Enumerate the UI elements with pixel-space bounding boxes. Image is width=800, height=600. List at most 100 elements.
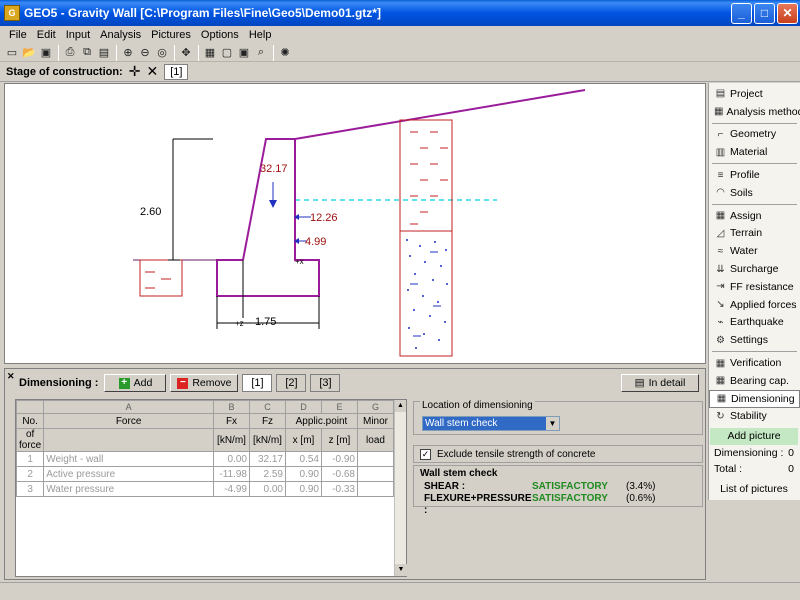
toolbar: ▭ 📂 ▣ ⎙ ⧉ ▤ ⊕ ⊖ ◎ ✥ ▦ ▢ ▣ ⌕ ✺	[0, 44, 800, 62]
delete-stage-icon[interactable]: ✕	[146, 63, 158, 80]
sidebar-item-material[interactable]: ▥ Material	[709, 143, 800, 161]
menu-options[interactable]: Options	[196, 29, 244, 41]
header-fx-unit: [kN/m]	[213, 428, 250, 452]
exclude-tensile-checkbox[interactable]: ✓	[420, 448, 431, 460]
sidebar-item-bearing-cap[interactable]: ▦ Bearing cap.	[709, 372, 800, 390]
menu-pictures[interactable]: Pictures	[146, 29, 196, 41]
list-of-pictures-button[interactable]: List of pictures	[708, 483, 800, 495]
sidebar-item-profile[interactable]: ≡ Profile	[709, 166, 800, 184]
zoom-out-icon[interactable]: ⊖	[137, 45, 153, 61]
scroll-down-icon[interactable]: ▼	[395, 564, 407, 576]
dimensioning-tab-2[interactable]: [2]	[276, 374, 307, 392]
table-row[interactable]: 2 Active pressure -11.98 2.59 0.90 -0.68	[15, 466, 394, 482]
sidebar-item-project[interactable]: ▤ Project	[709, 85, 800, 103]
menu-file[interactable]: File	[4, 29, 32, 41]
sidebar-item-verification[interactable]: ▦ Verification	[709, 354, 800, 372]
dimensioning-label: Dimensioning :	[19, 377, 99, 389]
close-button[interactable]: ✕	[777, 2, 798, 24]
app-logo-icon: G	[4, 5, 20, 21]
view-zoom-icon[interactable]: ⌕	[253, 45, 269, 61]
sidebar-item-applied-forces[interactable]: ↘ Applied forces	[709, 296, 800, 314]
location-select[interactable]: Wall stem check ▼	[422, 416, 560, 431]
select-all-cell[interactable]	[15, 400, 45, 414]
terrain-line	[294, 89, 586, 140]
picture-icon[interactable]: ▤	[96, 45, 112, 61]
view-full-icon[interactable]: ▣	[236, 45, 252, 61]
minimize-button[interactable]: _	[731, 2, 752, 24]
dimensioning-tab-1[interactable]: [1]	[242, 374, 273, 392]
print-icon[interactable]: ⎙	[62, 45, 78, 61]
view-frame-icon[interactable]: ▦	[202, 45, 218, 61]
methods-icon: ▦	[714, 106, 724, 118]
save-icon[interactable]: ▣	[38, 45, 54, 61]
frame-close-icon[interactable]: ✕	[7, 371, 15, 382]
pan-icon[interactable]: ✥	[178, 45, 194, 61]
status-badge: SATISFACTORY	[532, 493, 608, 504]
force-water-label: 4.99	[305, 236, 326, 248]
add-button[interactable]: + Add	[104, 374, 167, 392]
sidebar-item-water[interactable]: ≈ Water	[709, 242, 800, 260]
geometry-icon: ⌐	[717, 128, 724, 140]
material-icon: ▥	[715, 146, 726, 158]
soils-icon: ◠	[716, 187, 725, 199]
axis-x-label: +x	[295, 257, 304, 266]
col-letter-b: B	[213, 400, 250, 414]
zoom-fit-icon[interactable]: ◎	[154, 45, 170, 61]
add-picture-button[interactable]: Add picture	[710, 428, 798, 445]
menu-edit[interactable]: Edit	[32, 29, 61, 41]
menu-input[interactable]: Input	[61, 29, 95, 41]
dimensioning-tab-3[interactable]: [3]	[310, 374, 341, 392]
table-row[interactable]: 3 Water pressure -4.99 0.00 0.90 -0.33	[15, 481, 394, 497]
exclude-tensile-group: ✓ Exclude tensile strength of concrete	[413, 445, 703, 463]
remove-button[interactable]: − Remove	[170, 374, 239, 392]
menu-help[interactable]: Help	[244, 29, 277, 41]
sidebar-item-assign[interactable]: ▦ Assign	[709, 207, 800, 225]
shear-result-row: SHEAR : SATISFACTORY (3.4%)	[424, 481, 656, 492]
applied-forces-icon: ↘	[716, 299, 725, 311]
col-letter-d: D	[285, 400, 322, 414]
sidebar-item-analysis-methods[interactable]: ▦Analysis methods	[709, 103, 800, 121]
stage-bar: Stage of construction: ✛ ✕ [1]	[0, 62, 800, 82]
surcharge-icon: ⇊	[716, 263, 725, 275]
wall-stem-check-group: Wall stem check SHEAR : SATISFACTORY (3.…	[413, 465, 703, 516]
stage-tab-1[interactable]: [1]	[164, 63, 189, 80]
table-scrollbar[interactable]: ▲ ▼	[394, 400, 407, 576]
header-z-unit: z [m]	[321, 428, 358, 452]
force-active-label: 12.26	[310, 212, 338, 224]
chevron-down-icon[interactable]: ▼	[546, 417, 559, 430]
table-row[interactable]: 1 Weight - wall 0.00 32.17 0.54 -0.90	[15, 451, 394, 467]
maximize-button[interactable]: □	[754, 2, 775, 24]
sidebar-item-settings[interactable]: ⚙ Settings	[709, 331, 800, 349]
soil-layer-2	[399, 230, 453, 357]
dimensioning-header: Dimensioning : + Add − Remove [1] [2] [3]	[19, 374, 341, 392]
header-no: No.	[15, 413, 45, 429]
new-file-icon[interactable]: ▭	[4, 45, 20, 61]
sidebar-item-geometry[interactable]: ⌐ Geometry	[709, 126, 800, 144]
drawing-canvas[interactable]: 2.60 1.75 +z +x 32.17 12.26 4.99	[4, 83, 706, 364]
dimensioning-frame: ✕ Dimensioning : + Add − Remove [1] [2] [3…	[4, 368, 706, 580]
open-file-icon[interactable]: 📂	[21, 45, 37, 61]
in-detail-button[interactable]: ▤ In detail	[621, 374, 699, 392]
profile-icon: ≡	[717, 169, 724, 181]
sidebar-item-ff-resistance[interactable]: ⇥ FF resistance	[709, 278, 800, 296]
sidebar-item-earthquake[interactable]: ⌁ Earthquake	[709, 314, 800, 332]
settings-sun-icon[interactable]: ✺	[277, 45, 293, 61]
stage-label: Stage of construction:	[6, 65, 123, 78]
view-window-icon[interactable]: ▢	[219, 45, 235, 61]
add-stage-icon[interactable]: ✛	[129, 63, 141, 80]
sidebar-item-dimensioning[interactable]: ▦ Dimensioning	[709, 389, 800, 408]
zoom-in-icon[interactable]: ⊕	[120, 45, 136, 61]
header-fz: Fz	[249, 413, 286, 429]
sidebar-item-terrain[interactable]: ◿ Terrain	[709, 225, 800, 243]
soil-layer-1	[399, 119, 453, 232]
sidebar-item-soils[interactable]: ◠ Soils	[709, 184, 800, 202]
terrain-icon: ◿	[716, 227, 725, 239]
project-icon: ▤	[715, 88, 726, 100]
sidebar-item-stability[interactable]: ↻ Stability	[709, 408, 800, 426]
header-minor: Minor	[357, 413, 394, 429]
header-force: Force	[43, 413, 214, 429]
menu-analysis[interactable]: Analysis	[95, 29, 146, 41]
copy-icon[interactable]: ⧉	[79, 45, 95, 61]
scroll-up-icon[interactable]: ▲	[395, 400, 406, 412]
sidebar-item-surcharge[interactable]: ⇊ Surcharge	[709, 260, 800, 278]
